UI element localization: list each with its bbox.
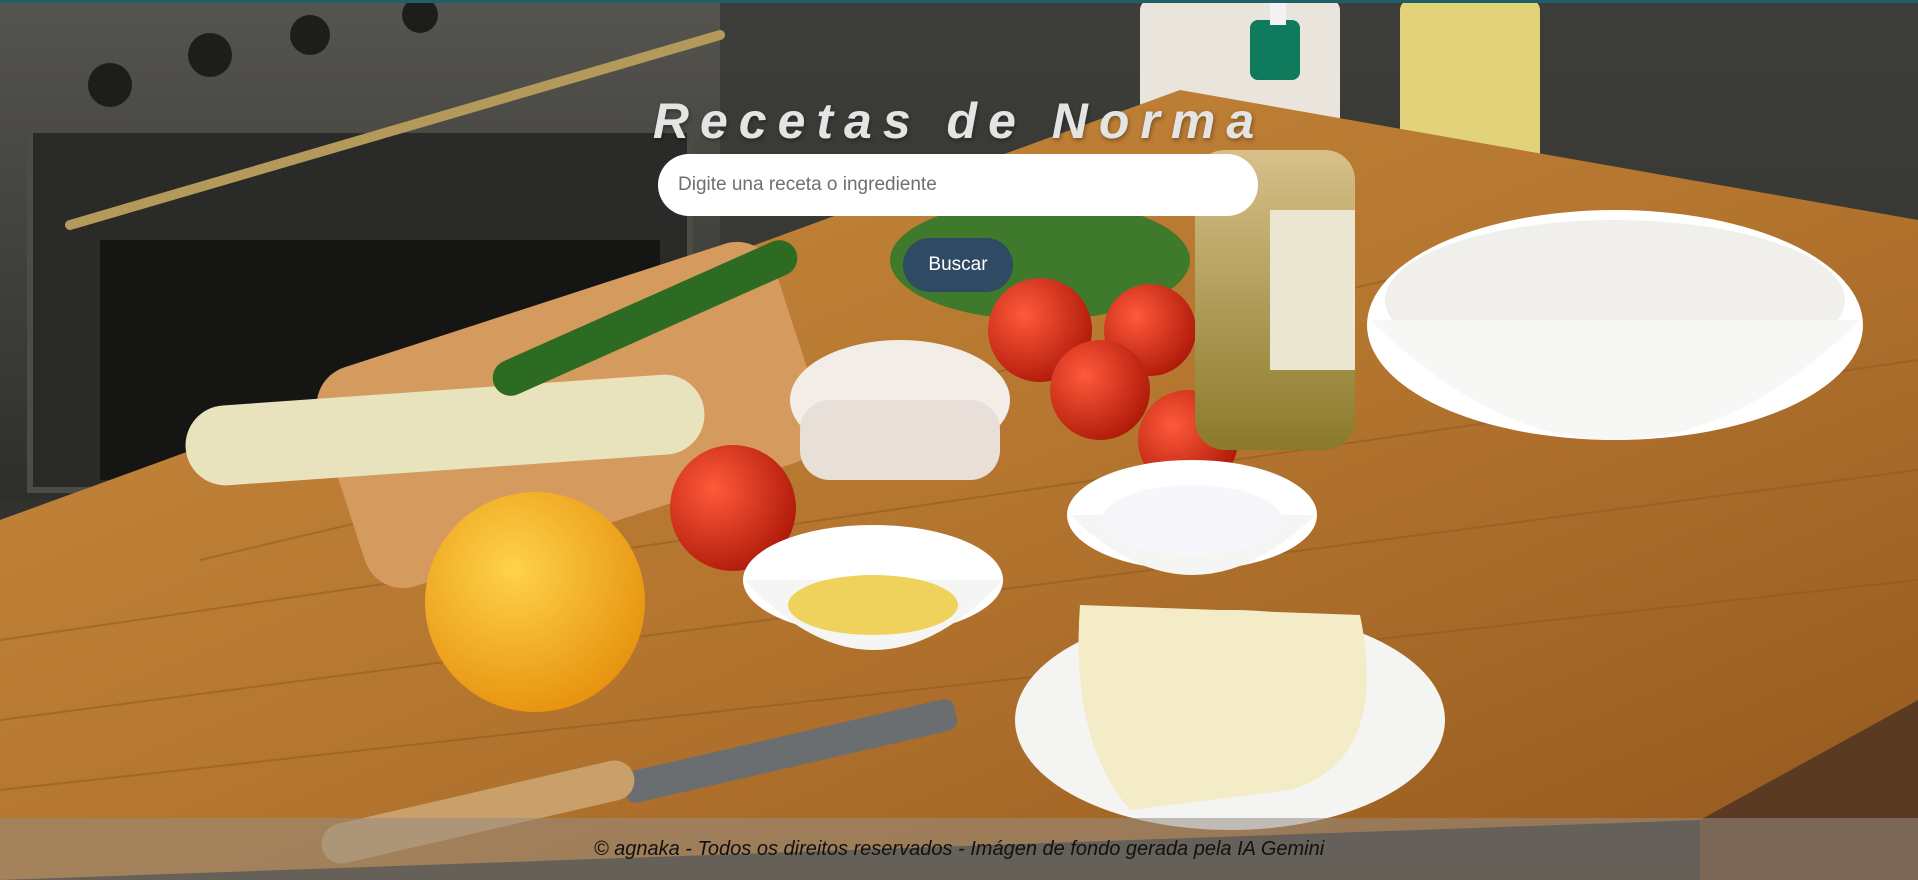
search-button[interactable]: Buscar — [903, 238, 1013, 292]
page: Recetas de Norma Buscar © agnaka - Todos… — [0, 0, 1918, 880]
footer: © agnaka - Todos os direitos reservados … — [0, 818, 1918, 880]
recipe-search-input[interactable] — [658, 154, 1258, 216]
top-accent-strip — [0, 0, 1918, 3]
footer-copyright-text: © agnaka - Todos os direitos reservados … — [593, 837, 1325, 860]
page-title: Recetas de Norma — [652, 92, 1266, 149]
